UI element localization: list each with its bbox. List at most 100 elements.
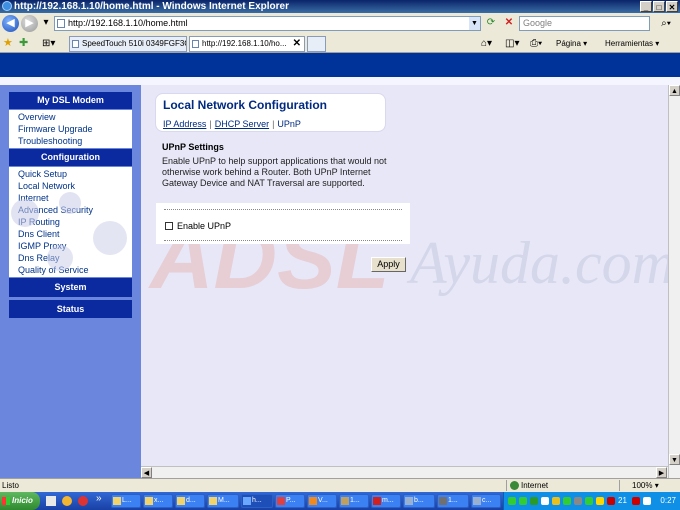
scroll-down-icon[interactable]: ▼: [669, 454, 680, 465]
sidebar-item-overview[interactable]: Overview: [18, 111, 132, 123]
tray-app-icon[interactable]: [632, 497, 640, 505]
tray-network-icon[interactable]: [508, 497, 516, 505]
taskbar-button-5[interactable]: h...: [241, 494, 273, 508]
new-tab-button[interactable]: [307, 36, 326, 52]
start-button[interactable]: Inicio: [0, 492, 40, 510]
sidebar-item-firmware-upgrade[interactable]: Firmware Upgrade: [18, 123, 132, 135]
tray-app-icon[interactable]: [596, 497, 604, 505]
quick-tabs-icon[interactable]: ⊞▾: [42, 37, 55, 50]
sidebar-item-advanced-security[interactable]: Advanced Security: [18, 204, 132, 216]
forward-button[interactable]: ▶: [21, 15, 38, 32]
scroll-right-icon[interactable]: ▶: [656, 467, 667, 478]
print-icon[interactable]: ⎙▾: [530, 37, 542, 50]
menu-group-my-dsl-modem: Overview Firmware Upgrade Troubleshootin…: [9, 110, 132, 148]
sidebar-item-quick-setup[interactable]: Quick Setup: [18, 168, 132, 180]
tab-home[interactable]: http://192.168.1.10/ho... ✕: [189, 36, 305, 52]
folder-icon: [209, 497, 217, 505]
maximize-button[interactable]: □: [653, 1, 665, 12]
tray-volume-icon[interactable]: [643, 497, 651, 505]
sidebar-item-ip-routing[interactable]: IP Routing: [18, 216, 132, 228]
tray-app-icon[interactable]: [585, 497, 593, 505]
tray-app-icon[interactable]: [607, 497, 615, 505]
tab-bar: ★ ✚ ⊞▾ SpeedTouch 510i 0349FGF3G http://…: [0, 34, 680, 53]
taskbar: Inicio » L... x... d... M... h... P... V…: [0, 492, 680, 510]
quicklaunch-opera-icon[interactable]: [78, 496, 88, 506]
search-input[interactable]: Google: [519, 16, 650, 31]
stop-icon[interactable]: ✕: [502, 16, 516, 30]
page-menu[interactable]: Página ▾: [556, 37, 587, 50]
taskbar-button-10[interactable]: b...: [403, 494, 435, 508]
app-icon: [341, 497, 349, 505]
search-icon[interactable]: ⌕▾: [655, 16, 677, 31]
enable-upnp-label: Enable UPnP: [177, 221, 232, 231]
taskbar-button-7[interactable]: V...: [307, 494, 337, 508]
tray-network-icon[interactable]: [519, 497, 527, 505]
taskbar-button-12[interactable]: c...: [471, 494, 501, 508]
taskbar-button-11[interactable]: 1...: [437, 494, 469, 508]
taskbar-button-2[interactable]: x...: [143, 494, 173, 508]
taskbar-button-8[interactable]: 1...: [339, 494, 369, 508]
taskbar-button-9[interactable]: m...: [371, 494, 401, 508]
menu-header-system[interactable]: System: [9, 278, 132, 297]
page-title: Local Network Configuration: [163, 98, 328, 112]
vertical-scrollbar[interactable]: ▲ ▼: [668, 85, 680, 478]
divider: [164, 209, 402, 210]
zoom-control[interactable]: 100% ▾: [619, 480, 677, 491]
quicklaunch-firefox-icon[interactable]: [62, 496, 72, 506]
address-dropdown-icon[interactable]: ▼: [469, 17, 480, 30]
feeds-icon[interactable]: ◫▾: [505, 37, 519, 50]
tray-app-icon[interactable]: [552, 497, 560, 505]
minimize-button[interactable]: _: [640, 1, 652, 12]
subnav-ip-address[interactable]: IP Address: [163, 119, 206, 129]
sidebar-item-dns-client[interactable]: Dns Client: [18, 228, 132, 240]
add-favorite-icon[interactable]: ✚: [19, 37, 28, 50]
tab-speedtouch[interactable]: SpeedTouch 510i 0349FGF3G: [69, 36, 187, 52]
task-label: d...: [186, 497, 196, 504]
tools-menu[interactable]: Herramientas ▾: [605, 37, 659, 50]
taskbar-button-4[interactable]: M...: [207, 494, 239, 508]
address-url: http://192.168.1.10/home.html: [68, 18, 188, 28]
app-icon: [439, 497, 447, 505]
home-icon[interactable]: ⌂▾: [481, 37, 492, 50]
sidebar-item-troubleshooting[interactable]: Troubleshooting: [18, 135, 132, 147]
apply-button[interactable]: Apply: [371, 257, 406, 272]
sidebar-item-quality-of-service[interactable]: Quality of Service: [18, 264, 132, 276]
subnav-upnp: UPnP: [277, 119, 301, 129]
sidebar-item-internet[interactable]: Internet: [18, 192, 132, 204]
menu-header-configuration: Configuration: [9, 149, 132, 166]
sidebar-item-local-network[interactable]: Local Network: [18, 180, 132, 192]
search-placeholder: Google: [523, 18, 553, 28]
menu-header-status[interactable]: Status: [9, 300, 132, 318]
history-dropdown-icon[interactable]: ▾: [39, 16, 53, 30]
scroll-up-icon[interactable]: ▲: [669, 85, 680, 96]
horizontal-scrollbar[interactable]: ◀ ▶: [141, 466, 668, 478]
back-button[interactable]: ◀: [2, 15, 19, 32]
sidebar-item-dns-relay[interactable]: Dns Relay: [18, 252, 132, 264]
subnav-dhcp-server[interactable]: DHCP Server: [215, 119, 269, 129]
app-icon: [405, 497, 413, 505]
window-controls: _ □ ✕: [640, 1, 678, 12]
app-icon: [473, 497, 481, 505]
scroll-left-icon[interactable]: ◀: [141, 467, 152, 478]
close-tab-icon[interactable]: ✕: [293, 37, 301, 51]
close-window-button[interactable]: ✕: [666, 1, 678, 12]
tray-app-icon[interactable]: [541, 497, 549, 505]
address-input[interactable]: http://192.168.1.10/home.html ▼: [54, 16, 481, 31]
sidebar-item-igmp-proxy[interactable]: IGMP Proxy: [18, 240, 132, 252]
refresh-icon[interactable]: ⟳: [484, 16, 498, 30]
tray-app-icon[interactable]: [574, 497, 582, 505]
header-separator: [0, 77, 680, 85]
taskbar-button-6[interactable]: P...: [275, 494, 305, 508]
section-description: Enable UPnP to help support applications…: [162, 156, 387, 188]
taskbar-button-1[interactable]: L...: [111, 494, 141, 508]
show-desktop-icon[interactable]: [46, 496, 56, 506]
enable-upnp-checkbox[interactable]: [165, 222, 173, 230]
quicklaunch-chevron[interactable]: »: [96, 493, 102, 504]
favorites-star-icon[interactable]: ★: [3, 37, 13, 50]
header-band: [0, 53, 680, 77]
tray-app-icon[interactable]: [530, 497, 538, 505]
taskbar-button-3[interactable]: d...: [175, 494, 205, 508]
page-icon: [57, 19, 65, 28]
tray-app-icon[interactable]: [563, 497, 571, 505]
task-label: b...: [414, 497, 424, 504]
